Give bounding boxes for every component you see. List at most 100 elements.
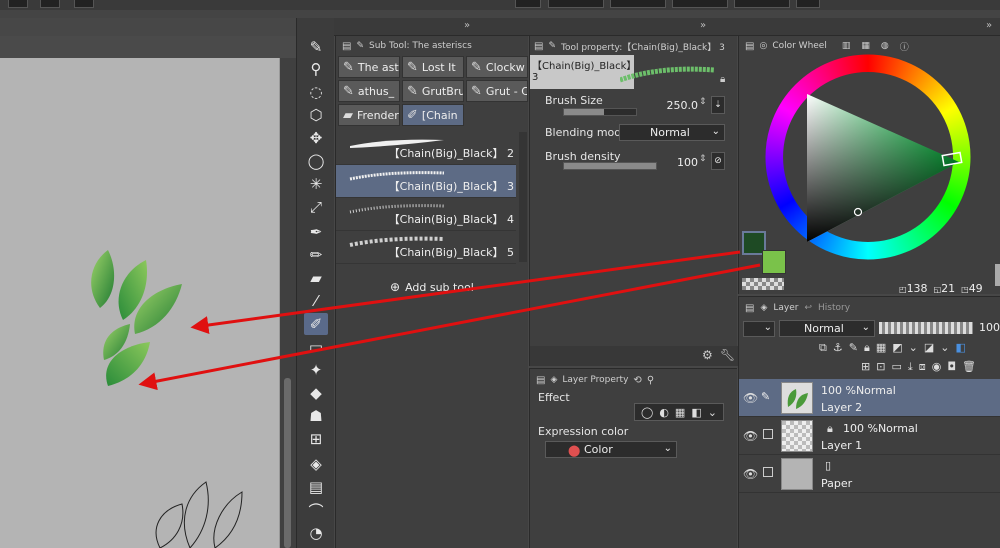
- new-folder-icon[interactable]: ▭: [891, 360, 901, 374]
- info-tab-icon[interactable]: ⓘ: [900, 40, 909, 53]
- layer-row-selected[interactable]: 👁︎ ✎ 100 %Normal Layer 2: [739, 379, 1000, 417]
- color-slider-tab-icon[interactable]: ▥: [842, 41, 851, 51]
- subtool-group-button[interactable]: ▰ Frender: [338, 104, 400, 126]
- size-settings-button[interactable]: ⇣: [711, 96, 725, 114]
- clip-layer-icon[interactable]: ⧉: [819, 341, 827, 355]
- layer-opacity-value[interactable]: 100: [979, 321, 1000, 334]
- reference-layer-icon[interactable]: ⚓: [833, 341, 843, 355]
- marker-icon[interactable]: ▰: [304, 267, 328, 289]
- transfer-down-icon[interactable]: ⤓: [908, 360, 913, 374]
- brush-size-slider[interactable]: [563, 108, 637, 116]
- subtool-group-button[interactable]: ✎ GrutBru: [402, 80, 464, 102]
- layer-color-dropdown[interactable]: ⌄: [743, 321, 775, 337]
- effect-buttons[interactable]: ◯ ◐ ▦ ◧ ⌄: [634, 403, 724, 421]
- delete-layer-icon[interactable]: 🗑︎: [962, 360, 976, 374]
- edit-pen-icon[interactable]: ✎: [761, 390, 770, 403]
- layer-name[interactable]: Paper: [821, 477, 852, 490]
- layer-row[interactable]: 👁︎ ▯ Paper: [739, 455, 1000, 493]
- settings-icon[interactable]: ⚙: [702, 348, 713, 362]
- toolbar-button[interactable]: [672, 0, 728, 8]
- subtool-group-button[interactable]: ✎ Grut - C: [466, 80, 528, 102]
- new-vector-layer-icon[interactable]: ⊡: [876, 360, 885, 374]
- panel-menu-icon[interactable]: ▤: [745, 41, 754, 52]
- toolbar-button[interactable]: [74, 0, 94, 8]
- toolbar-button[interactable]: [796, 0, 820, 8]
- layer-name[interactable]: Layer 2: [821, 401, 862, 414]
- approx-color-tab-icon[interactable]: ◍: [881, 41, 889, 51]
- draft-layer-icon[interactable]: ✎: [849, 341, 858, 355]
- expand-icon[interactable]: »: [986, 20, 992, 31]
- border-effect-icon[interactable]: ◯: [641, 406, 653, 419]
- canvas-scrollbar[interactable]: [280, 58, 296, 548]
- subtool-item[interactable]: 【Chain(Big)_Black】 5: [336, 231, 516, 264]
- layer-checkbox[interactable]: [763, 429, 773, 439]
- tool-property-tab[interactable]: ▤ ✎ Tool property:【Chain(Big)_Black】 3: [534, 37, 725, 55]
- curve-icon[interactable]: ⌒: [304, 499, 328, 521]
- toolbar-button[interactable]: [515, 0, 541, 8]
- subtool-item[interactable]: 【Chain(Big)_Black】 4: [336, 198, 516, 231]
- layer-property-tab[interactable]: ▤ ◈ Layer Property ⟲ ⚲: [536, 371, 654, 389]
- layer-row[interactable]: 👁︎ 🔒︎ 100 %Normal Layer 1: [739, 417, 1000, 455]
- magic-wand-icon[interactable]: ✳: [304, 173, 328, 195]
- panel-menu-icon[interactable]: ▤: [536, 375, 545, 386]
- chevron-down-icon[interactable]: ⌄: [940, 341, 949, 355]
- checker-effect-icon[interactable]: ▦: [675, 406, 685, 419]
- pen-tab-icon[interactable]: ✎: [304, 36, 328, 58]
- subtool-group-button[interactable]: ✎ Clockw: [466, 56, 528, 78]
- subtool-item[interactable]: 【Chain(Big)_Black】 2: [336, 132, 516, 165]
- lock-layer-icon[interactable]: 🔒︎: [864, 341, 870, 355]
- toolbar-button[interactable]: [548, 0, 604, 8]
- panel-resize-handle[interactable]: [995, 264, 1000, 286]
- layer-opacity-slider[interactable]: [879, 322, 973, 334]
- visibility-eye-icon[interactable]: 👁︎: [743, 429, 758, 443]
- scrollbar-thumb[interactable]: [284, 378, 291, 548]
- blend-icon[interactable]: ☗: [304, 405, 328, 427]
- expand-icon[interactable]: »: [464, 20, 470, 31]
- eyedropper-icon[interactable]: ⤢: [304, 196, 328, 218]
- subtool-item-selected[interactable]: 【Chain(Big)_Black】 3: [336, 165, 516, 198]
- drawing-canvas[interactable]: [0, 58, 280, 548]
- sparkle-icon[interactable]: ✦: [304, 359, 328, 381]
- saturation-triangle[interactable]: [763, 52, 973, 262]
- density-settings-button[interactable]: ⊘: [711, 152, 725, 170]
- subtool-group-button[interactable]: ✎ The ast: [338, 56, 400, 78]
- expression-color-dropdown[interactable]: ⬤ Color ⌄: [545, 441, 677, 458]
- subtool-scrollbar[interactable]: [519, 132, 527, 262]
- new-raster-layer-icon[interactable]: ⊞: [861, 360, 870, 374]
- chevron-down-icon[interactable]: ⌄: [909, 341, 918, 355]
- tab-layer[interactable]: Layer: [773, 303, 798, 313]
- combine-icon[interactable]: ⧈: [919, 360, 926, 374]
- subtool-group-button[interactable]: ✎ athus_: [338, 80, 400, 102]
- lock-icon[interactable]: 🔒︎: [720, 74, 725, 85]
- spinner-icon[interactable]: ⇕: [699, 97, 707, 107]
- layer-color-icon[interactable]: ◧: [691, 406, 701, 419]
- mask-icon[interactable]: ◩: [892, 341, 902, 355]
- layer-name[interactable]: Layer 1: [821, 439, 862, 452]
- move-icon[interactable]: ✥: [304, 127, 328, 149]
- panel-menu-icon[interactable]: ▤: [745, 303, 754, 314]
- blending-mode-dropdown[interactable]: Normal ⌄: [619, 124, 725, 141]
- brush-icon[interactable]: ⁄: [304, 290, 328, 312]
- transform-tab-icon[interactable]: ⟲: [633, 375, 641, 386]
- subtool-tab[interactable]: ▤ ✎ Sub Tool: The asteriscs: [342, 37, 472, 55]
- wrench-icon[interactable]: 🔧︎: [720, 348, 735, 362]
- layer-color-icon[interactable]: ◧: [955, 341, 965, 355]
- visibility-eye-icon[interactable]: 👁︎: [743, 467, 758, 481]
- toolbar-button[interactable]: [734, 0, 790, 8]
- speech-balloon-icon[interactable]: ◔: [304, 522, 328, 544]
- lock-transparent-icon[interactable]: ▦: [876, 341, 886, 355]
- frame-icon[interactable]: ⊞: [304, 428, 328, 450]
- expand-icon[interactable]: »: [700, 20, 706, 31]
- chevron-down-icon[interactable]: ⌄: [708, 406, 717, 419]
- fill-icon[interactable]: ◈: [304, 453, 328, 475]
- subtool-group-button-selected[interactable]: ✐ [Chain: [402, 104, 464, 126]
- search-tab-icon[interactable]: ⚲: [647, 375, 654, 386]
- brush-density-value[interactable]: 100: [664, 156, 698, 169]
- eraser-icon[interactable]: ◆: [304, 382, 328, 404]
- decoration-tool-icon[interactable]: ✐: [304, 313, 328, 335]
- subtool-group-button[interactable]: ✎ Lost It: [402, 56, 464, 78]
- gradient-icon[interactable]: ▤: [304, 476, 328, 498]
- brush-density-slider[interactable]: [563, 162, 657, 170]
- transparent-color-swatch[interactable]: [742, 278, 784, 290]
- color-set-tab-icon[interactable]: ▦: [861, 41, 870, 51]
